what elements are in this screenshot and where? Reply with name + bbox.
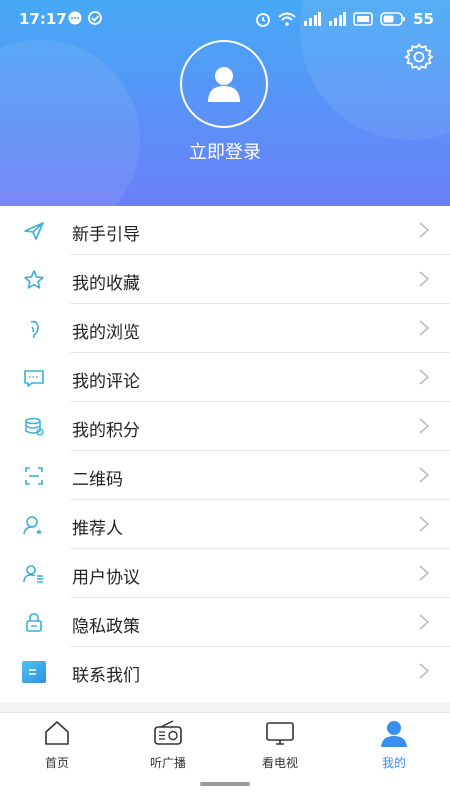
star-icon [24, 270, 44, 289]
tab-label: 我的 [381, 756, 406, 770]
user-icon [381, 721, 407, 747]
menu-item-referrer[interactable]: 推荐人 [0, 500, 450, 549]
tab-tv[interactable]: 看电视 [230, 719, 330, 771]
home-icon [45, 721, 69, 745]
battery-level: 55 [413, 10, 434, 28]
status-time: 17:17 [19, 10, 67, 28]
chevron-right-icon [419, 271, 430, 287]
background-bubble [0, 40, 140, 206]
footprint-icon [30, 320, 39, 339]
menu-item-history[interactable]: 我的浏览 [0, 304, 450, 353]
status-bar: 17:17 55 [0, 0, 450, 38]
menu-item-label: 隐私政策 [72, 617, 140, 637]
settings-gear-icon[interactable] [404, 42, 434, 72]
menu-item-contact-us[interactable]: 联系我们 [0, 647, 450, 696]
menu-item-guide[interactable]: 新手引导 [0, 206, 450, 255]
login-link[interactable]: 立即登录 [0, 138, 450, 164]
tv-icon [266, 722, 294, 745]
tab-label: 听广播 [149, 756, 186, 770]
menu-item-comments[interactable]: 我的评论 [0, 353, 450, 402]
message-icon [68, 11, 82, 25]
menu-item-label: 我的收藏 [72, 274, 140, 294]
menu-list: 新手引导 我的收藏 我的浏览 我的评论 我的积分 二维码 推荐人 用户协议 隐私… [0, 206, 450, 696]
referrer-icon [23, 516, 42, 535]
lock-icon [26, 613, 42, 632]
menu-item-points[interactable]: 我的积分 [0, 402, 450, 451]
comment-icon [24, 370, 44, 387]
home-indicator[interactable] [200, 782, 250, 786]
menu-item-label: 新手引导 [72, 225, 140, 245]
tab-radio[interactable]: 听广播 [118, 719, 218, 771]
contact-icon [22, 661, 46, 683]
chevron-right-icon [419, 663, 430, 679]
tab-label: 看电视 [261, 756, 298, 770]
battery-icon [380, 12, 406, 26]
menu-item-privacy-policy[interactable]: 隐私政策 [0, 598, 450, 647]
menu-item-label: 我的积分 [72, 421, 140, 441]
user-agreement-icon [23, 565, 43, 583]
bottom-tab-bar: 首页 听广播 看电视 我的 [0, 712, 450, 801]
chevron-right-icon [419, 222, 430, 238]
signal-icon [329, 12, 347, 26]
menu-item-label: 二维码 [72, 470, 123, 490]
coins-icon [25, 417, 44, 436]
check-circle-icon [88, 11, 102, 25]
menu-item-qrcode[interactable]: 二维码 [0, 451, 450, 500]
signal-icon [304, 12, 322, 26]
profile-header: 17:17 55 立即登录 [0, 0, 450, 206]
menu-item-label: 推荐人 [72, 519, 123, 539]
chevron-right-icon [419, 467, 430, 483]
send-icon [24, 222, 44, 240]
chevron-right-icon [419, 320, 430, 336]
alarm-icon [256, 13, 271, 27]
hd-icon [353, 12, 373, 26]
chevron-right-icon [419, 614, 430, 630]
tab-mine[interactable]: 我的 [344, 719, 444, 771]
tab-label: 首页 [44, 756, 69, 770]
chevron-right-icon [419, 565, 430, 581]
menu-item-user-agreement[interactable]: 用户协议 [0, 549, 450, 598]
menu-item-label: 用户协议 [72, 568, 140, 588]
section-separator [0, 702, 450, 712]
chevron-right-icon [419, 369, 430, 385]
tab-home[interactable]: 首页 [7, 719, 107, 771]
user-avatar-icon [208, 67, 240, 102]
avatar[interactable] [180, 40, 268, 128]
menu-item-label: 我的浏览 [72, 323, 140, 343]
chevron-right-icon [419, 516, 430, 532]
wifi-icon [278, 12, 296, 26]
radio-icon [154, 720, 182, 745]
menu-item-label: 我的评论 [72, 372, 140, 392]
qrcode-scan-icon [25, 467, 43, 485]
menu-item-label: 联系我们 [72, 666, 140, 686]
chevron-right-icon [419, 418, 430, 434]
menu-item-favorites[interactable]: 我的收藏 [0, 255, 450, 304]
